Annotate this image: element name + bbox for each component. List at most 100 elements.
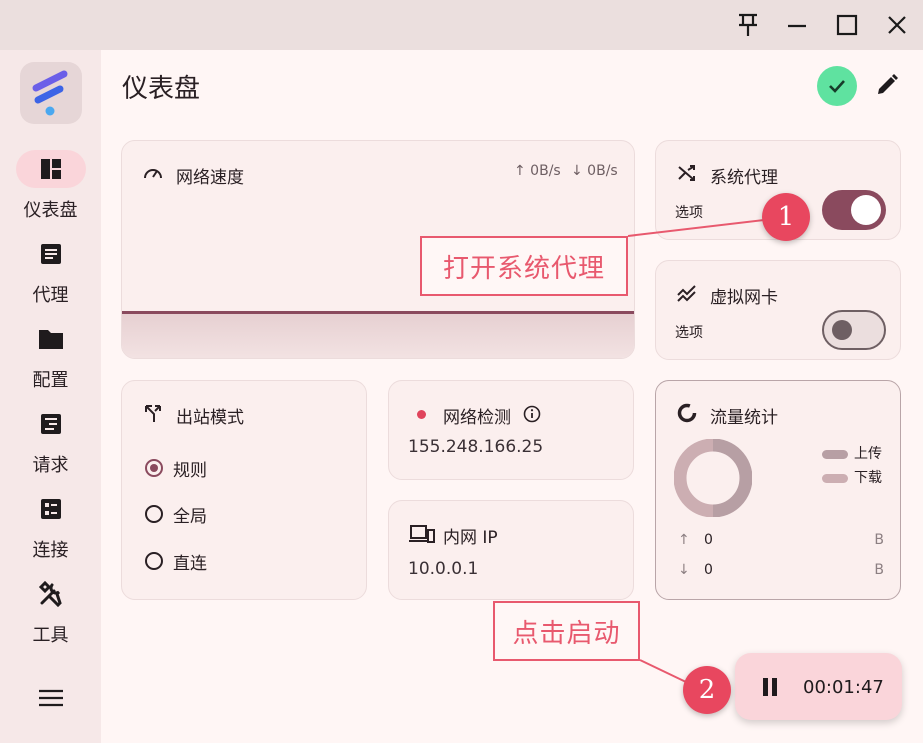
folder-icon xyxy=(39,330,63,349)
legend-label: 下载 xyxy=(854,470,882,486)
sidebar-item-dashboard[interactable]: 仪表盘 xyxy=(0,150,101,230)
upload-unit: B xyxy=(874,532,884,548)
download-arrow: ↓ xyxy=(678,562,690,578)
tools-icon xyxy=(38,581,62,607)
menu-icon xyxy=(39,689,63,707)
check-icon xyxy=(829,80,845,93)
download-unit: B xyxy=(874,562,884,578)
mode-option-rule[interactable]: 规则 xyxy=(145,455,207,481)
annotation-callout-system-proxy: 打开系统代理 xyxy=(420,236,628,296)
proxy-list-icon xyxy=(41,244,61,264)
traffic-stats-title: 流量统计 xyxy=(710,408,778,428)
title-bar xyxy=(0,0,923,50)
run-timer: 00:01:47 xyxy=(803,677,884,698)
shuffle-icon xyxy=(676,162,698,184)
system-proxy-options-link[interactable]: 选项 xyxy=(675,202,703,222)
sidebar-item-tools[interactable]: 工具 xyxy=(0,575,101,655)
download-arc xyxy=(674,439,714,517)
minimize-icon xyxy=(788,24,806,28)
traffic-upload-row: ↑ 0 B xyxy=(676,532,884,550)
outbound-mode-card: 出站模式 规则 全局 直连 xyxy=(121,380,367,600)
sidebar-item-proxy-indicator xyxy=(16,235,86,273)
speed-chart-area xyxy=(122,312,634,358)
virtual-nic-card: 虚拟网卡 选项 xyxy=(655,260,901,360)
sidebar-item-requests[interactable]: 请求 xyxy=(0,405,101,485)
legend-swatch xyxy=(822,473,848,483)
sidebar-item-connections[interactable]: 连接 xyxy=(0,490,101,570)
sidebar-item-connections-indicator xyxy=(16,490,86,528)
pin-button[interactable] xyxy=(733,10,763,40)
pin-icon xyxy=(739,13,757,36)
download-speed: ↓ 0B/s xyxy=(571,163,618,179)
system-proxy-title: 系统代理 xyxy=(710,168,778,188)
sidebar-item-tools-indicator xyxy=(16,575,86,613)
annotation-marker-1: 1 xyxy=(762,193,810,241)
radio-button[interactable] xyxy=(145,459,163,477)
upload-total: 0 xyxy=(704,532,713,548)
public-ip-value: 155.248.166.25 xyxy=(408,437,544,457)
trend-icon xyxy=(676,282,698,304)
virtual-nic-title: 虚拟网卡 xyxy=(710,288,778,308)
pause-icon xyxy=(763,678,777,696)
legend-swatch xyxy=(822,449,848,459)
annotation-connectors xyxy=(627,219,765,683)
upload-arrow: ↑ xyxy=(678,532,690,548)
app-logo-icon xyxy=(32,70,68,116)
mode-option-label: 直连 xyxy=(173,553,207,574)
virtual-nic-toggle[interactable] xyxy=(822,310,886,350)
requests-icon xyxy=(41,414,61,434)
sidebar-item-profiles[interactable]: 配置 xyxy=(0,320,101,400)
intranet-ip-title: 内网 IP xyxy=(443,528,498,548)
traffic-donut-chart xyxy=(674,439,752,517)
info-icon[interactable] xyxy=(522,404,542,424)
traffic-stats-card: 流量统计 上传 下载 ↑ 0 B ↓ 0 B xyxy=(655,380,901,600)
mode-option-label: 规则 xyxy=(173,460,207,481)
sidebar-item-label: 配置 xyxy=(32,370,69,391)
intranet-ip-value: 10.0.0.1 xyxy=(408,559,479,579)
sidebar: 仪表盘 代理 配置 请求 连接 工具 xyxy=(0,50,101,743)
sidebar-item-label: 代理 xyxy=(32,285,69,306)
upload-arc xyxy=(712,439,752,517)
radio-button[interactable] xyxy=(145,552,163,570)
outbound-mode-title: 出站模式 xyxy=(176,408,244,428)
mode-option-global[interactable]: 全局 xyxy=(145,501,207,527)
status-check-button[interactable] xyxy=(817,66,857,106)
virtual-nic-options-link[interactable]: 选项 xyxy=(675,322,703,342)
maximize-icon xyxy=(836,14,858,36)
donut-icon xyxy=(676,402,698,424)
sidebar-item-profiles-indicator xyxy=(16,320,86,358)
legend-upload: 上传 xyxy=(822,443,882,463)
close-icon xyxy=(888,16,906,34)
legend-label: 上传 xyxy=(854,446,882,462)
network-check-title: 网络检测 xyxy=(443,408,511,428)
minimize-button[interactable] xyxy=(782,10,812,40)
connections-icon xyxy=(41,499,61,519)
sidebar-item-label: 请求 xyxy=(32,455,69,476)
app-logo[interactable] xyxy=(20,62,82,124)
sidebar-item-proxy[interactable]: 代理 xyxy=(0,235,101,315)
dashboard-icon xyxy=(41,159,61,179)
sidebar-item-label: 仪表盘 xyxy=(23,200,78,221)
mode-option-direct[interactable]: 直连 xyxy=(145,548,207,574)
network-check-card[interactable]: 网络检测 155.248.166.25 xyxy=(388,380,634,480)
sidebar-item-requests-indicator xyxy=(16,405,86,443)
traffic-download-row: ↓ 0 B xyxy=(676,562,884,580)
start-stop-button[interactable]: 00:01:47 xyxy=(735,653,902,720)
system-proxy-toggle[interactable] xyxy=(822,190,886,230)
edit-icon xyxy=(878,74,898,94)
annotation-callout-start: 点击启动 xyxy=(493,601,640,661)
menu-button[interactable] xyxy=(36,686,66,710)
mode-option-label: 全局 xyxy=(173,506,207,527)
page-title: 仪表盘 xyxy=(122,74,201,104)
radio-button[interactable] xyxy=(145,505,163,523)
route-icon xyxy=(142,402,164,424)
maximize-button[interactable] xyxy=(832,10,862,40)
devices-icon xyxy=(409,523,435,545)
close-button[interactable] xyxy=(882,10,912,40)
speed-chart-line xyxy=(122,311,634,314)
upload-speed: ↑ 0B/s xyxy=(514,163,561,179)
edit-button[interactable] xyxy=(872,70,902,100)
legend-download: 下载 xyxy=(822,467,882,487)
download-total: 0 xyxy=(704,562,713,578)
status-dot xyxy=(417,410,426,419)
